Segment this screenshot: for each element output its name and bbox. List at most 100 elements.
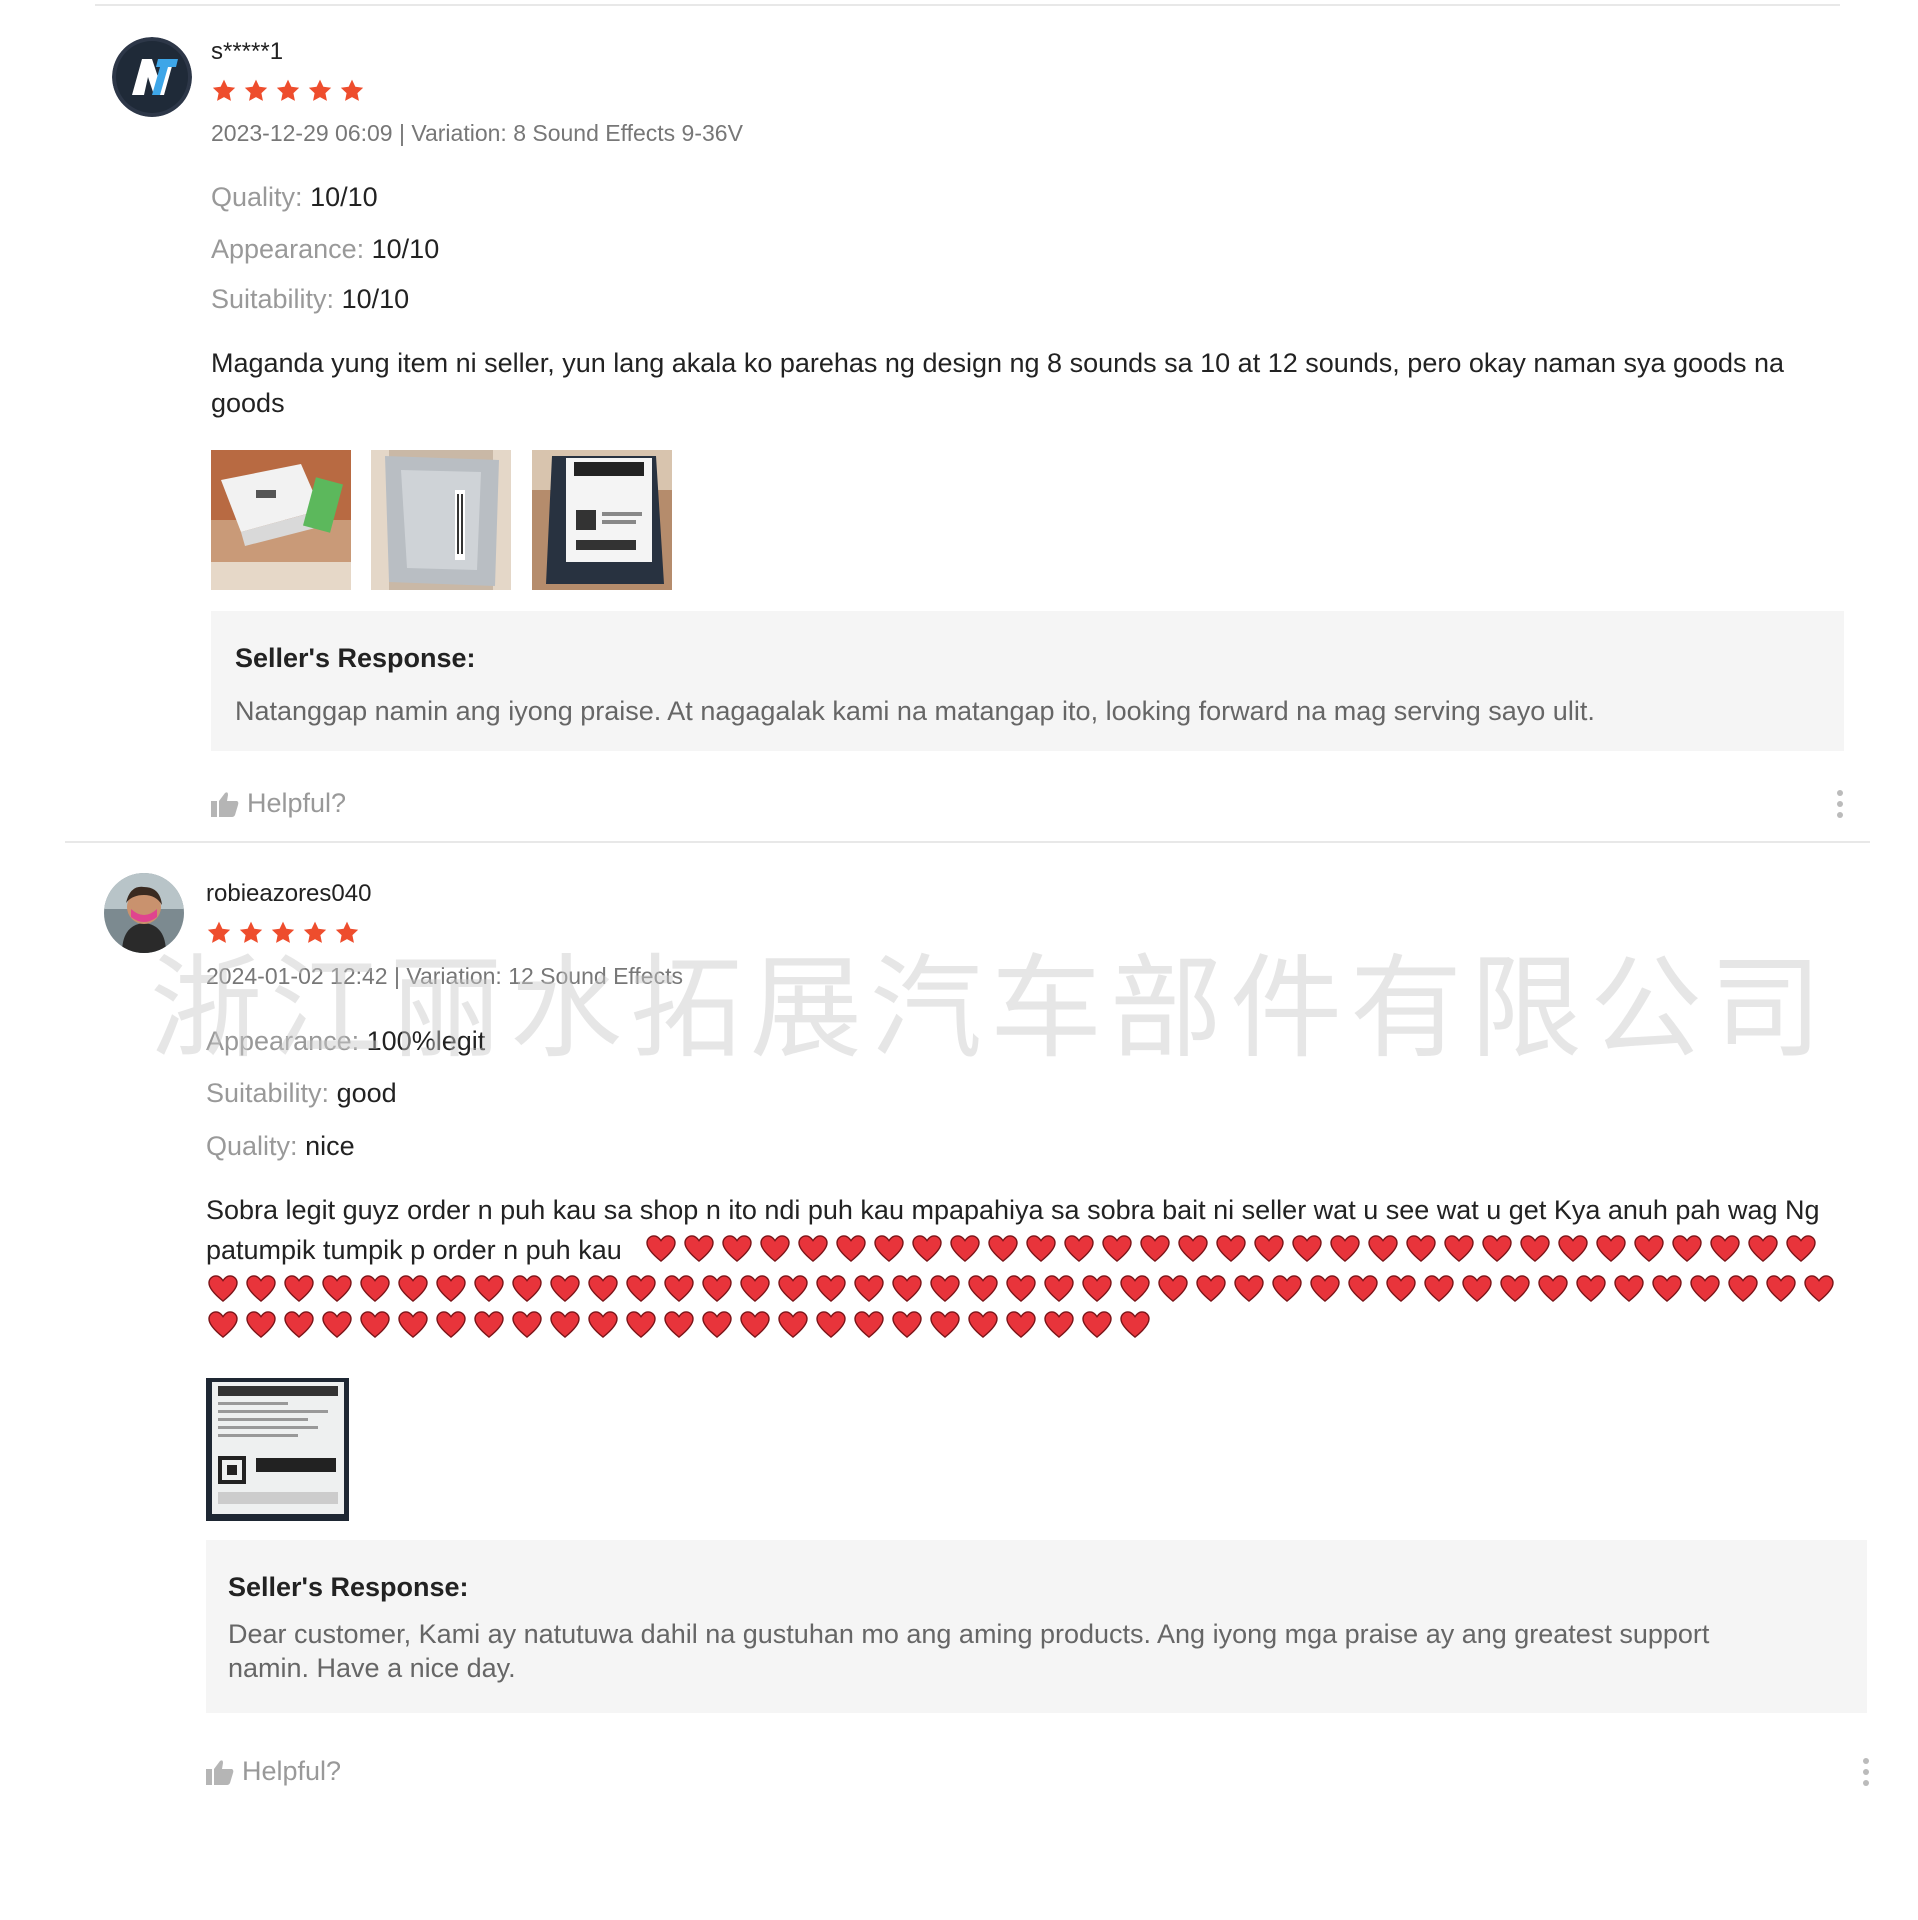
heart-emoji-icon	[1766, 1275, 1796, 1303]
avatar[interactable]	[112, 37, 192, 117]
attribute-quality: Quality: 10/10	[211, 182, 378, 213]
heart-emoji-icon	[646, 1235, 676, 1263]
heart-emoji-icon	[1272, 1275, 1302, 1303]
heart-emoji-icon	[930, 1275, 960, 1303]
heart-emoji-icon	[836, 1235, 866, 1263]
review-photo[interactable]	[206, 1378, 349, 1521]
heart-emoji-icon	[702, 1275, 732, 1303]
heart-emoji-icon	[246, 1311, 276, 1339]
star-icon	[276, 79, 300, 101]
heart-emoji-icon	[874, 1235, 904, 1263]
heart-emoji-icon	[1140, 1235, 1170, 1263]
heart-emoji-icon	[778, 1275, 808, 1303]
star-rating	[206, 920, 360, 946]
helpful-button[interactable]: Helpful?	[206, 1756, 341, 1787]
heart-emoji-icon	[1006, 1311, 1036, 1339]
heart-emoji-icon	[1444, 1235, 1474, 1263]
top-divider	[95, 4, 1840, 6]
heart-emoji-icon	[1710, 1235, 1740, 1263]
heart-emoji-icon	[1292, 1235, 1322, 1263]
heart-emoji-icon	[1064, 1235, 1094, 1263]
heart-emoji-icon	[360, 1275, 390, 1303]
heart-emoji-icon	[1558, 1235, 1588, 1263]
attribute-label: Suitability:	[206, 1078, 330, 1108]
heart-emoji-icon	[1044, 1275, 1074, 1303]
more-options-icon[interactable]	[1830, 784, 1850, 824]
heart-emoji-icon	[1120, 1275, 1150, 1303]
heart-emoji-icon	[740, 1311, 770, 1339]
heart-emoji-icon	[1234, 1275, 1264, 1303]
seller-response-text: Dear customer, Kami ay natutuwa dahil na…	[228, 1619, 1710, 1683]
heart-emoji-icon	[1216, 1235, 1246, 1263]
star-icon	[340, 79, 364, 101]
heart-emoji-icon	[816, 1275, 846, 1303]
heart-emoji-icon	[1120, 1311, 1150, 1339]
star-icon	[271, 921, 295, 943]
heart-emoji-icon	[816, 1311, 846, 1339]
attribute-suitability: Suitability: 10/10	[211, 284, 409, 315]
heart-emoji-icon	[1482, 1235, 1512, 1263]
star-rating	[211, 78, 365, 104]
attribute-label: Suitability:	[211, 284, 335, 314]
heart-emoji-icon	[322, 1311, 352, 1339]
attribute-value: 10/10	[341, 284, 410, 314]
heart-emoji-icon	[950, 1235, 980, 1263]
helpful-label: Helpful?	[242, 1756, 342, 1786]
review-date-variation: 2023-12-29 06:09 | Variation: 8 Sound Ef…	[211, 120, 743, 146]
review-date-variation: 2024-01-02 12:42 | Variation: 12 Sound E…	[206, 963, 683, 989]
heart-emoji-icon	[512, 1311, 542, 1339]
attribute-label: Quality:	[206, 1131, 298, 1161]
review-photo[interactable]	[532, 450, 672, 590]
attribute-value: nice	[305, 1131, 355, 1161]
seller-response-title: Seller's Response:	[235, 643, 476, 673]
heart-emoji-icon	[1634, 1235, 1664, 1263]
avatar[interactable]	[104, 873, 184, 953]
attribute-appearance: Appearance: 100%legit	[206, 1026, 485, 1057]
review-photo[interactable]	[371, 450, 511, 590]
attribute-value: good	[336, 1078, 397, 1108]
heart-emoji-icon	[854, 1311, 884, 1339]
heart-emoji-icon	[1804, 1275, 1834, 1303]
heart-emoji-icon	[892, 1311, 922, 1339]
heart-emoji-icon	[1728, 1275, 1758, 1303]
more-options-icon[interactable]	[1856, 1752, 1876, 1792]
attribute-quality: Quality: nice	[206, 1131, 355, 1162]
heart-emoji-icon	[322, 1275, 352, 1303]
heart-emoji-block	[208, 1275, 1858, 1339]
heart-emoji-icon	[1368, 1235, 1398, 1263]
heart-emoji-icon	[1254, 1235, 1284, 1263]
heart-emoji-icon	[1424, 1275, 1454, 1303]
star-icon	[212, 79, 236, 101]
star-icon	[239, 921, 263, 943]
heart-emoji-icon	[778, 1311, 808, 1339]
attribute-value: 100%legit	[366, 1026, 486, 1056]
seller-response: Seller's Response: Dear customer, Kami a…	[206, 1540, 1867, 1713]
heart-emoji-icon	[664, 1311, 694, 1339]
username[interactable]: robieazores040	[206, 880, 371, 908]
heart-emoji-icon	[684, 1235, 714, 1263]
username[interactable]: s*****1	[211, 38, 283, 66]
attribute-label: Appearance:	[206, 1026, 360, 1056]
star-icon	[244, 79, 268, 101]
heart-emoji-icon	[1462, 1275, 1492, 1303]
review-text-line: Maganda yung item ni seller, yun lang ak…	[211, 348, 1785, 378]
heart-emoji-icon	[1652, 1275, 1682, 1303]
thumbs-up-icon	[211, 791, 239, 817]
helpful-button[interactable]: Helpful?	[211, 788, 346, 819]
heart-emoji-icon	[912, 1235, 942, 1263]
heart-emoji-icon	[398, 1275, 428, 1303]
heart-emoji-icon	[1310, 1275, 1340, 1303]
seller-response: Seller's Response: Natanggap namin ang i…	[211, 611, 1844, 751]
heart-emoji-icon	[1330, 1235, 1360, 1263]
heart-emoji-icon	[1158, 1275, 1188, 1303]
heart-emoji-icon	[798, 1235, 828, 1263]
heart-emoji-icon	[1614, 1275, 1644, 1303]
attribute-suitability: Suitability: good	[206, 1078, 397, 1109]
heart-emoji-icon	[398, 1311, 428, 1339]
attribute-label: Appearance:	[211, 234, 365, 264]
heart-emoji-icon	[1386, 1275, 1416, 1303]
review-photo[interactable]	[211, 450, 351, 590]
review-text-line: Sobra legit guyz order n puh kau sa shop…	[206, 1195, 1820, 1225]
heart-emoji-icon	[930, 1311, 960, 1339]
heart-emoji-icon	[588, 1311, 618, 1339]
